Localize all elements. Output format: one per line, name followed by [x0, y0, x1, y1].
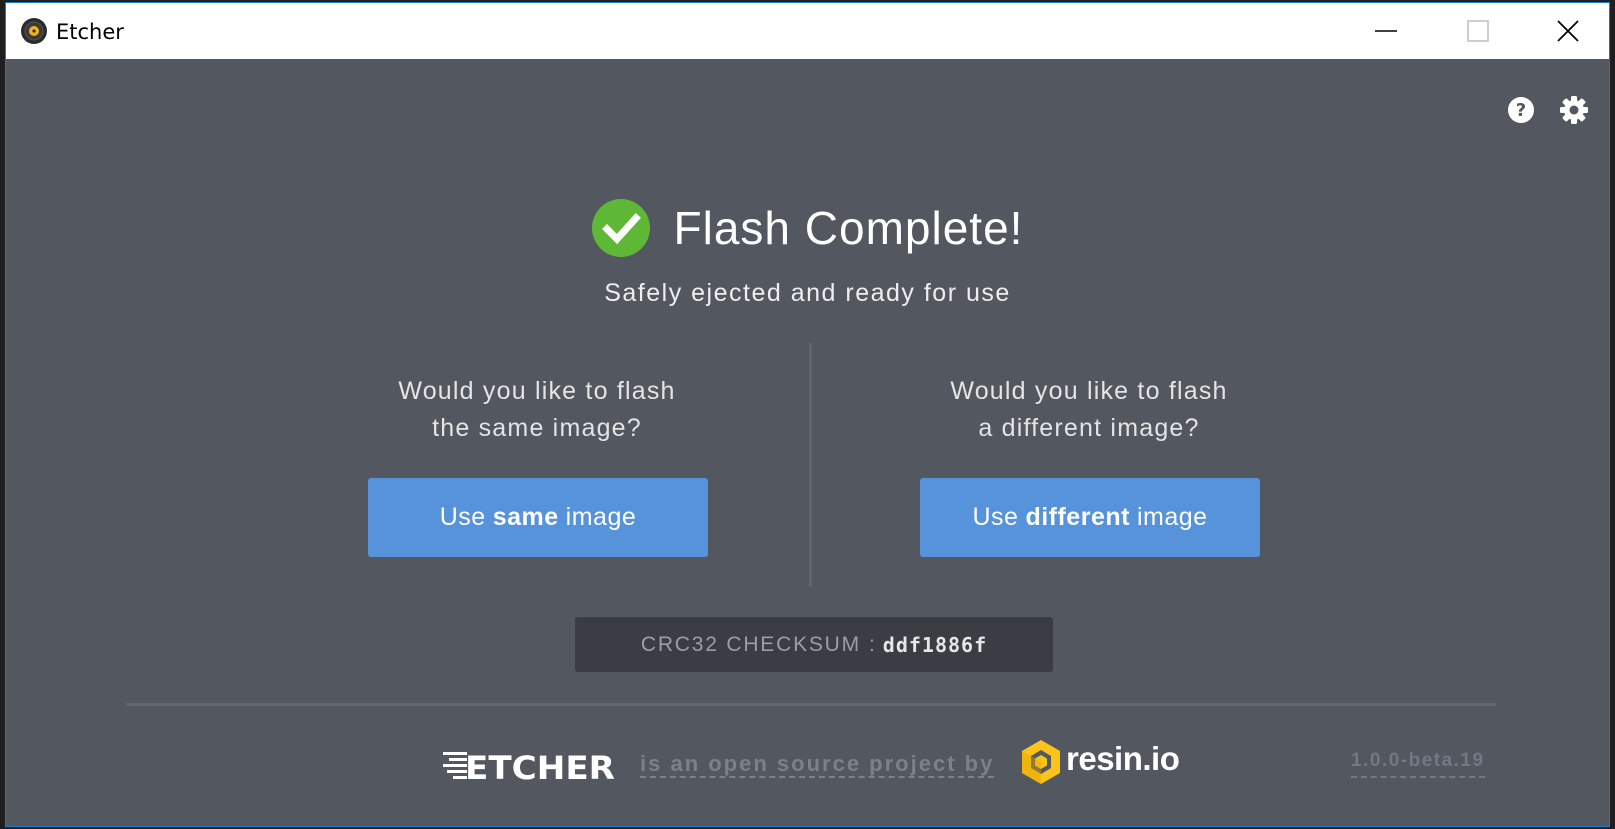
gear-icon[interactable] — [1559, 95, 1589, 125]
close-button[interactable] — [1522, 3, 1609, 59]
footer-text[interactable]: is an open source project by — [640, 751, 995, 778]
etcher-logo[interactable]: ETCHER — [443, 746, 617, 782]
different-image-question-line2: a different image? — [978, 414, 1200, 442]
open-source-link[interactable]: is an open source project by — [640, 751, 995, 778]
button-suffix: image — [565, 503, 637, 531]
window-title: Etcher — [56, 20, 124, 44]
maximize-icon — [1467, 20, 1489, 42]
button-suffix: image — [1136, 503, 1208, 531]
button-bold-word: different — [1025, 503, 1130, 531]
flash-complete-header: Flash Complete! — [6, 198, 1609, 258]
etcher-logo-text: ETCHER — [465, 749, 615, 782]
button-bold-word: same — [492, 503, 559, 531]
page-title: Flash Complete! — [673, 202, 1024, 254]
help-icon[interactable]: ? — [1506, 95, 1536, 125]
resin-logo-icon[interactable] — [1020, 738, 1062, 786]
use-different-image-button[interactable]: Use different image — [920, 478, 1260, 557]
footer: ETCHER is an open source project by resi… — [6, 738, 1609, 794]
close-icon — [1557, 20, 1579, 42]
version-link[interactable]: 1.0.0-beta.19 — [1351, 750, 1485, 778]
checksum-value: ddf1886f — [882, 632, 988, 657]
checksum-box: CRC32 CHECKSUM : ddf1886f — [575, 617, 1053, 672]
different-image-question: Would you like to flash a different imag… — [889, 373, 1289, 447]
minimize-button[interactable] — [1340, 3, 1432, 59]
different-image-question-line1: Would you like to flash — [950, 377, 1228, 405]
check-circle-icon — [591, 199, 650, 257]
maximize-button[interactable] — [1432, 3, 1524, 59]
status-subtitle: Safely ejected and ready for use — [604, 279, 1011, 307]
vertical-divider — [809, 343, 812, 587]
app-window: Etcher ? Flash Complete! Safely ejected … — [5, 2, 1610, 827]
minimize-icon — [1375, 30, 1397, 32]
button-prefix: Use — [972, 503, 1019, 531]
same-image-question-line2: the same image? — [432, 414, 642, 442]
resin-logo-text[interactable]: resin.io — [1066, 740, 1180, 778]
checksum-separator: : — [868, 632, 875, 656]
svg-text:?: ? — [1516, 100, 1526, 121]
etcher-app-icon — [21, 18, 47, 44]
button-prefix: Use — [439, 503, 486, 531]
checksum-label: CRC32 CHECKSUM — [640, 632, 861, 656]
title-bar[interactable]: Etcher — [6, 3, 1609, 59]
same-image-question: Would you like to flash the same image? — [337, 373, 737, 447]
same-image-question-line1: Would you like to flash — [398, 377, 676, 405]
footer-divider — [126, 703, 1496, 706]
use-same-image-button[interactable]: Use same image — [368, 478, 708, 557]
